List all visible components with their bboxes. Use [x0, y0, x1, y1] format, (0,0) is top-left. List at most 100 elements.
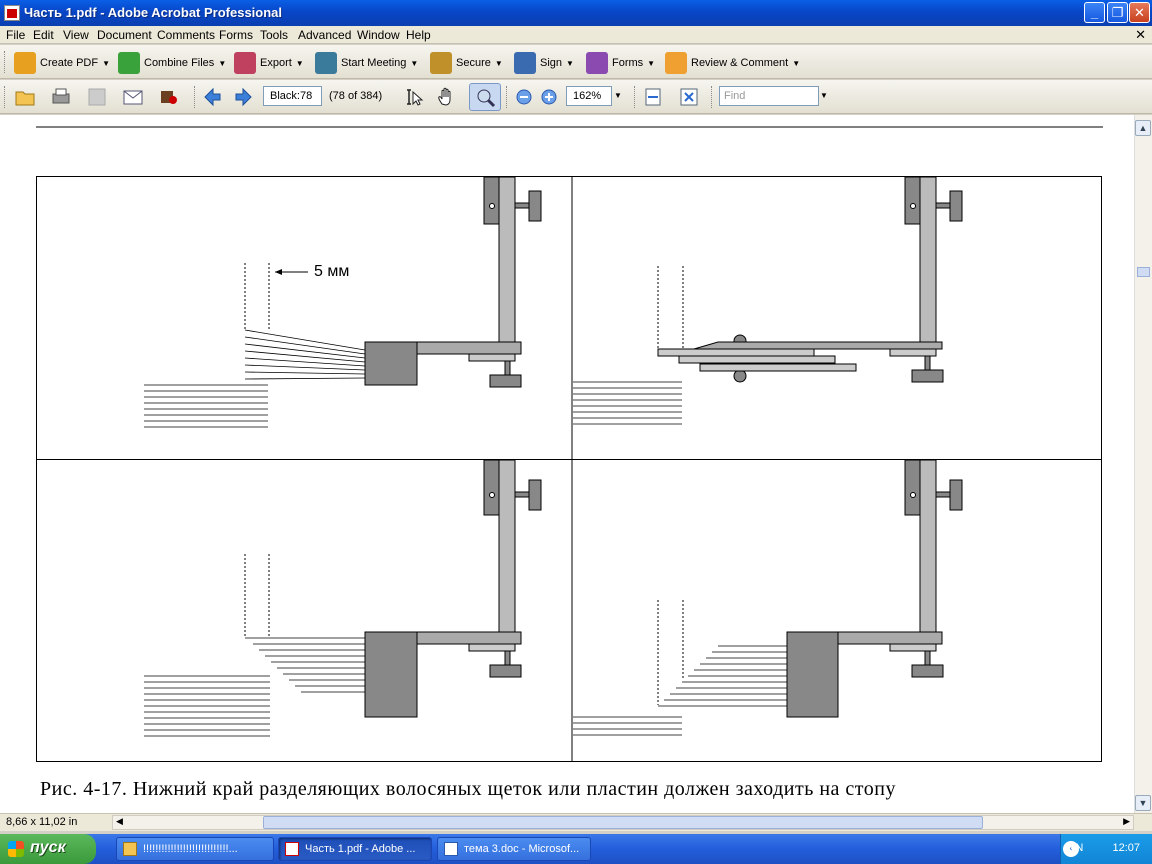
bridge-icon[interactable]: [158, 86, 180, 108]
menu-help[interactable]: Help: [406, 28, 431, 42]
meeting-icon: [315, 52, 337, 74]
fit-width-icon[interactable]: [642, 86, 664, 108]
fit-page-icon[interactable]: [678, 86, 700, 108]
chevron-down-icon: ▼: [102, 58, 110, 68]
next-page-icon[interactable]: [233, 86, 255, 108]
menu-view[interactable]: View: [63, 28, 89, 42]
scroll-down-icon[interactable]: ▼: [1135, 795, 1151, 811]
menu-document[interactable]: Document: [97, 28, 152, 42]
page-count: (78 of 384): [329, 90, 383, 102]
menu-file[interactable]: File: [6, 28, 25, 42]
tasks-toolbar: Create PDF ▼ Combine Files ▼ Export ▼ Start…: [0, 45, 1152, 79]
forms-icon: [586, 52, 608, 74]
find-dropdown-icon[interactable]: ▼: [820, 91, 828, 100]
chevron-down-icon: ▼: [295, 58, 304, 68]
previous-page-icon[interactable]: [201, 86, 223, 108]
maximize-button[interactable]: ❐: [1107, 2, 1128, 23]
create-pdf-button[interactable]: Create PDF ▼: [14, 52, 110, 74]
toolbar-grip[interactable]: [4, 86, 7, 108]
sign-label: Sign: [540, 57, 563, 69]
zoom-out-icon[interactable]: [513, 86, 535, 108]
menu-bar: File Edit View Document Comments Forms T…: [0, 26, 1152, 44]
review-comment-label: Review & Comment: [691, 57, 789, 69]
horizontal-scrollbar[interactable]: ◀ ▶: [112, 815, 1134, 830]
export-icon: [234, 52, 256, 74]
scroll-up-icon[interactable]: ▲: [1135, 120, 1151, 136]
zoom-tool-icon: [477, 89, 496, 108]
document-view[interactable]: 5 мм: [0, 115, 1134, 813]
select-tool-icon[interactable]: [402, 86, 424, 108]
forms-label: Forms: [612, 57, 644, 69]
combine-files-button[interactable]: Combine Files ▼: [118, 52, 227, 74]
panel-top-left: [144, 176, 542, 428]
vertical-scrollbar[interactable]: ▲ ▼: [1134, 115, 1152, 813]
toolbar-grip[interactable]: [711, 86, 714, 108]
page-number-field[interactable]: Black:78: [263, 86, 322, 106]
language-indicator[interactable]: EN: [1068, 842, 1083, 854]
scroll-right-icon[interactable]: ▶: [1123, 816, 1130, 827]
zoom-in-icon[interactable]: [538, 86, 560, 108]
minimize-button[interactable]: _: [1084, 2, 1105, 23]
forms-button[interactable]: Forms ▼: [586, 52, 656, 74]
folder-icon: [123, 842, 137, 856]
toolbar-grip[interactable]: [506, 86, 509, 108]
close-button[interactable]: ✕: [1129, 2, 1150, 23]
title-bar: Часть 1.pdf - Adobe Acrobat Professional…: [0, 0, 1152, 26]
lock-icon: [430, 52, 452, 74]
task-word-label: тема 3.doc - Microsof...: [464, 843, 580, 855]
menu-edit[interactable]: Edit: [33, 28, 54, 42]
export-button[interactable]: Export ▼: [234, 52, 304, 74]
create-pdf-icon: [14, 52, 36, 74]
menu-comments[interactable]: Comments: [157, 28, 215, 42]
secure-label: Secure: [456, 57, 491, 69]
email-icon[interactable]: [122, 86, 144, 108]
zoom-dropdown-icon[interactable]: ▼: [614, 91, 622, 100]
page-size: 8,66 x 11,02 in: [6, 816, 78, 828]
menu-tools[interactable]: Tools: [260, 28, 288, 42]
taskbar: пуск !!!!!!!!!!!!!!!!!!!!!!!!!!!!... Час…: [0, 834, 1152, 864]
zoom-level-field[interactable]: 162%: [566, 86, 612, 106]
start-button[interactable]: пуск: [0, 834, 96, 864]
close-document-icon[interactable]: ✕: [1135, 27, 1146, 43]
review-comment-button[interactable]: Review & Comment ▼: [665, 52, 800, 74]
hand-tool-icon[interactable]: [436, 86, 458, 108]
task-acrobat[interactable]: Часть 1.pdf - Adobe ...: [278, 837, 432, 861]
marquee-zoom-button[interactable]: [469, 83, 501, 111]
pdf-icon: [285, 842, 299, 856]
scroll-left-icon[interactable]: ◀: [116, 816, 123, 827]
menu-advanced[interactable]: Advanced: [298, 28, 351, 42]
save-icon[interactable]: [86, 86, 108, 108]
task-folder[interactable]: !!!!!!!!!!!!!!!!!!!!!!!!!!!!...: [116, 837, 274, 861]
word-icon: [444, 842, 458, 856]
figure-caption: Рис. 4-17. Нижний край разделяющих волос…: [40, 778, 896, 800]
toolbar-grip[interactable]: [4, 51, 7, 73]
combine-files-label: Combine Files: [144, 57, 215, 69]
panel-bottom-left: [144, 459, 542, 737]
clock: 12:07: [1112, 842, 1140, 854]
vertical-scroll-thumb[interactable]: [1137, 267, 1150, 277]
combine-files-icon: [118, 52, 140, 74]
toolbar-grip[interactable]: [634, 86, 637, 108]
figure-4-17: [36, 126, 1103, 762]
print-icon[interactable]: [50, 86, 72, 108]
panel-top-right: [573, 176, 963, 425]
horizontal-scroll-thumb[interactable]: [263, 816, 983, 829]
chevron-down-icon: ▼: [218, 58, 227, 68]
start-meeting-label: Start Meeting: [341, 57, 407, 69]
find-input[interactable]: Find: [719, 86, 819, 106]
task-folder-label: !!!!!!!!!!!!!!!!!!!!!!!!!!!!...: [143, 843, 238, 855]
sign-button[interactable]: Sign ▼: [514, 52, 574, 74]
open-folder-icon[interactable]: [14, 86, 36, 108]
chevron-down-icon: ▼: [410, 58, 419, 68]
label-5mm: 5 мм: [314, 263, 350, 280]
chevron-down-icon: ▼: [647, 58, 656, 68]
task-word[interactable]: тема 3.doc - Microsof...: [437, 837, 591, 861]
pen-icon: [514, 52, 536, 74]
acrobat-app-icon: [4, 5, 20, 21]
toolbar-grip[interactable]: [194, 86, 197, 108]
secure-button[interactable]: Secure ▼: [430, 52, 503, 74]
panel-bottom-right: [573, 459, 963, 736]
start-meeting-button[interactable]: Start Meeting ▼: [315, 52, 419, 74]
menu-forms[interactable]: Forms: [219, 28, 253, 42]
menu-window[interactable]: Window: [357, 28, 400, 42]
